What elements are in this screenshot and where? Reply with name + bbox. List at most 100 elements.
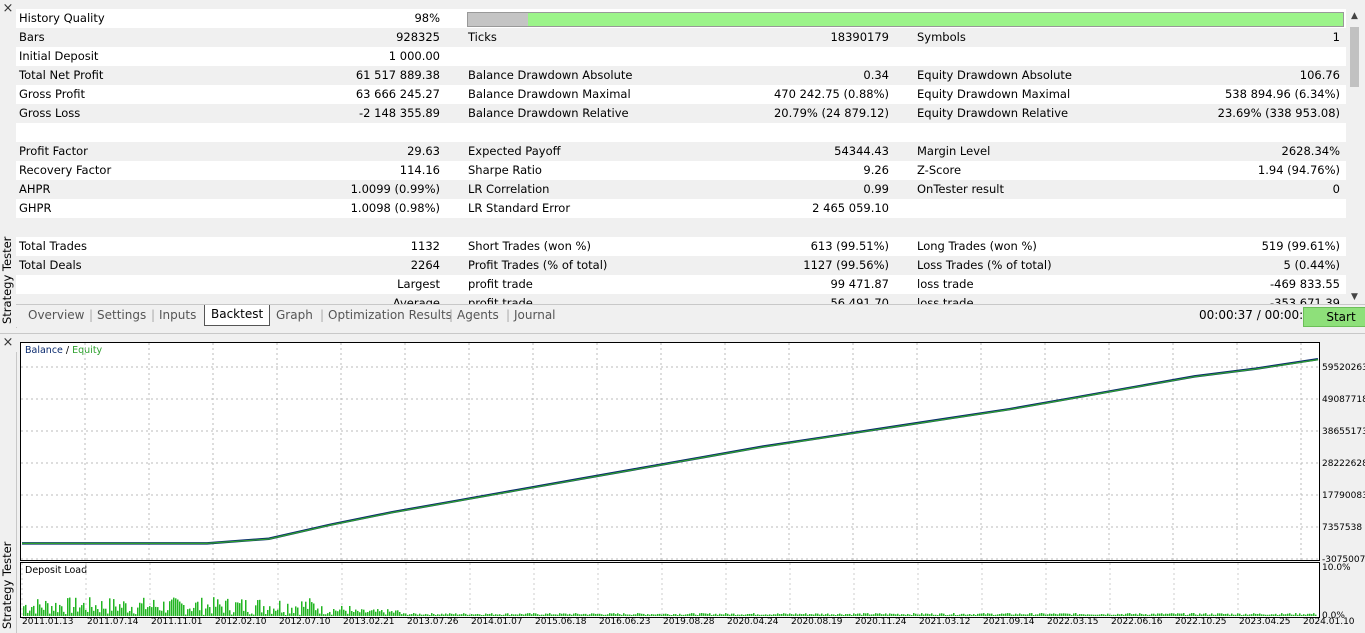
x-tick-label: 2011.01.13 — [22, 617, 74, 627]
deposit-load-bar — [509, 614, 511, 616]
scroll-up-icon[interactable]: ▲ — [1346, 9, 1363, 23]
tab-settings[interactable]: Settings — [89, 306, 146, 325]
deposit-load-bar — [169, 601, 171, 616]
deposit-load-bar — [705, 613, 707, 616]
deposit-load-bar — [149, 606, 151, 616]
scrollbar-thumb[interactable] — [1350, 27, 1359, 87]
tab-backtest[interactable]: Backtest — [204, 305, 271, 326]
deposit-load-bar — [29, 610, 31, 616]
deposit-load-bar — [415, 613, 417, 616]
deposit-load-bar — [117, 610, 119, 616]
deposit-load-bar — [539, 614, 541, 616]
deposit-load-bar — [887, 614, 889, 616]
deposit-load-bar — [525, 613, 527, 616]
deposit-load-bar — [483, 614, 485, 616]
deposit-load-bar — [1133, 613, 1135, 616]
strategy-tester-vertical-tab[interactable]: Strategy Tester — [0, 352, 17, 633]
deposit-load-bar — [613, 613, 615, 616]
deposit-load-bar — [727, 613, 729, 616]
deposit-load-bar — [463, 613, 465, 616]
deposit-load-bar — [511, 613, 513, 616]
deposit-load-bar — [597, 613, 599, 616]
deposit-load-bar — [1113, 614, 1115, 616]
deposit-load-bar — [1041, 613, 1043, 616]
deposit-load-bar — [1121, 613, 1123, 616]
deposit-load-bar — [283, 612, 285, 616]
deposit-load-bar — [1209, 614, 1211, 616]
deposit-load-bar — [53, 610, 55, 616]
close-icon[interactable]: × — [1, 2, 15, 16]
metric-label: LR Correlation — [468, 182, 550, 196]
metric-value: Largest — [397, 277, 440, 291]
tab-graph[interactable]: Graph — [276, 306, 313, 325]
deposit-load-bar — [159, 610, 161, 616]
deposit-load-bar — [625, 614, 627, 616]
deposit-load-bar — [213, 597, 215, 616]
tab-optimization-results[interactable]: Optimization Results — [320, 306, 452, 325]
deposit-load-bar — [793, 614, 795, 616]
deposit-load-bar — [865, 613, 867, 616]
deposit-load-bar — [829, 614, 831, 616]
metric-label: Balance Drawdown Relative — [468, 106, 629, 120]
deposit-load-bar — [673, 614, 675, 616]
deposit-load-bar — [933, 614, 935, 616]
x-tick-label: 2011.11.01 — [151, 617, 203, 627]
deposit-load-bar — [849, 613, 851, 616]
deposit-load-bar — [127, 612, 129, 616]
deposit-load-bar — [433, 613, 435, 616]
deposit-load-bar — [1067, 613, 1069, 616]
deposit-load-bar — [917, 614, 919, 616]
deposit-load-bar — [563, 613, 565, 616]
deposit-load-bar — [137, 607, 139, 616]
deposit-load-bar — [339, 609, 341, 616]
deposit-load-bar — [175, 598, 177, 616]
deposit-load-bar — [397, 610, 399, 616]
tab-overview[interactable]: Overview — [28, 306, 85, 325]
start-button[interactable]: Start — [1303, 307, 1365, 327]
deposit-load-bar — [37, 599, 39, 616]
deposit-load-bar — [761, 614, 763, 616]
deposit-load-bar — [329, 611, 331, 616]
deposit-load-bar — [577, 613, 579, 616]
tab-inputs[interactable]: Inputs — [151, 306, 196, 325]
deposit-load-bar — [499, 614, 501, 616]
deposit-load-bar — [697, 614, 699, 616]
deposit-load-bar — [377, 609, 379, 616]
deposit-load-bar — [1235, 614, 1237, 616]
deposit-load-bar — [889, 613, 891, 616]
deposit-load-bar — [1189, 613, 1191, 616]
deposit-load-bar — [607, 614, 609, 616]
deposit-load-bar — [565, 613, 567, 616]
deposit-load-bar — [629, 614, 631, 616]
deposit-load-bar — [1223, 614, 1225, 616]
report-scrollbar[interactable]: ▲ ▼ — [1346, 9, 1363, 304]
history-quality-label: History Quality — [19, 11, 105, 25]
deposit-load-bar — [215, 606, 217, 616]
deposit-load-bar — [929, 614, 931, 616]
deposit-load-bar — [979, 613, 981, 616]
x-tick-label: 2014.01.07 — [471, 617, 523, 627]
deposit-load-bar — [855, 614, 857, 616]
deposit-load-bar — [857, 613, 859, 616]
deposit-load-bar — [845, 614, 847, 616]
deposit-load-bar — [973, 614, 975, 616]
deposit-load-bar — [323, 614, 325, 616]
deposit-load-bar — [1017, 614, 1019, 616]
deposit-load-bar — [947, 614, 949, 616]
deposit-load-bar — [1187, 614, 1189, 616]
x-tick-label: 2019.08.28 — [663, 617, 715, 627]
deposit-load-bar — [253, 614, 255, 616]
deposit-load-bar — [1097, 614, 1099, 616]
deposit-load-bar — [881, 614, 883, 616]
deposit-load-bar — [547, 613, 549, 616]
tab-agents[interactable]: Agents — [449, 306, 499, 325]
tab-journal[interactable]: Journal — [506, 306, 555, 325]
deposit-load-bar — [93, 610, 95, 616]
close-icon[interactable]: × — [1, 336, 15, 350]
report-row: Bars 928325 Ticks 18390179 Symbols 1 — [16, 28, 1346, 47]
deposit-load-bar — [1035, 614, 1037, 616]
strategy-tester-vertical-tab[interactable]: Strategy Tester — [0, 18, 17, 328]
deposit-load-bar — [427, 614, 429, 616]
scroll-down-icon[interactable]: ▼ — [1346, 290, 1363, 304]
deposit-load-bar — [443, 614, 445, 616]
